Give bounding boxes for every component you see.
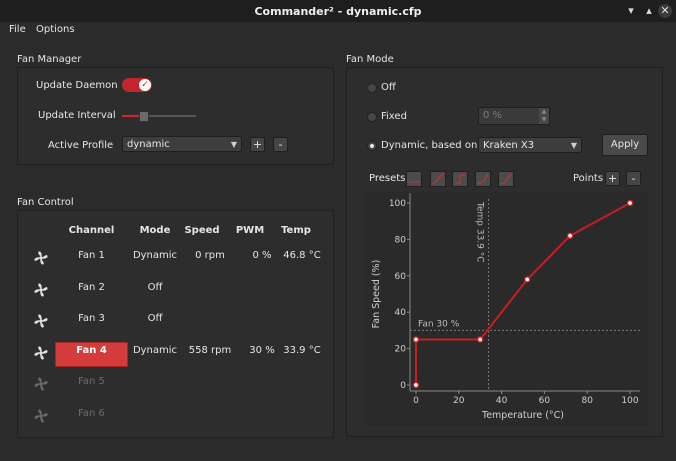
chevron-down-icon: ▼ — [230, 140, 237, 149]
fan-row-channel[interactable]: Fan 4 — [55, 345, 128, 356]
mode-fixed-label: Fixed — [381, 111, 407, 122]
fan-icon — [33, 313, 49, 329]
preset-step-button[interactable] — [452, 171, 468, 187]
add-point-button[interactable]: + — [605, 171, 620, 186]
preset-curve-button[interactable] — [475, 171, 491, 187]
fan-row-speed: 0 rpm — [195, 250, 225, 261]
apply-button[interactable]: Apply — [602, 134, 648, 156]
fan-mode-title: Fan Mode — [346, 54, 394, 65]
window-title: Commander² - dynamic.cfp — [254, 5, 422, 18]
fan-icon — [33, 376, 49, 392]
update-daemon-label: Update Daemon — [36, 80, 118, 91]
header-speed: Speed — [184, 225, 220, 236]
menu-file[interactable]: File — [9, 24, 26, 35]
update-interval-label: Update Interval — [38, 110, 116, 121]
fan-row-channel[interactable]: Fan 2 — [55, 282, 128, 293]
maximize-icon[interactable]: ▴ — [642, 4, 656, 18]
mode-off-radio[interactable] — [367, 83, 377, 93]
active-profile-label: Active Profile — [48, 140, 114, 151]
preset-steep-button[interactable] — [498, 171, 514, 187]
fixed-speed-value: 0 % — [483, 110, 503, 121]
fan-icon — [33, 282, 49, 298]
mode-off-label: Off — [381, 82, 396, 93]
fan-row-speed: 558 rpm — [188, 344, 232, 356]
menu-options[interactable]: Options — [36, 24, 75, 35]
fan-row-channel[interactable]: Fan 3 — [55, 313, 128, 324]
preset-linear-button[interactable] — [430, 171, 446, 187]
title-bar: Commander² - dynamic.cfp ▾ ▴ ✕ — [0, 0, 676, 23]
fan-row-channel[interactable]: Fan 1 — [55, 250, 128, 261]
slider-handle[interactable] — [138, 111, 149, 122]
presets-label: Presets — [369, 173, 406, 184]
fan-icon — [33, 345, 49, 361]
active-profile-value: dynamic — [127, 139, 170, 150]
header-channel: Channel — [68, 225, 115, 236]
dynamic-source-combo[interactable]: Kraken X3 ▼ — [478, 137, 582, 153]
minimize-icon[interactable]: ▾ — [624, 4, 638, 18]
header-temp: Temp — [281, 225, 311, 236]
fan-control-title: Fan Control — [17, 197, 74, 208]
preset-steep-icon — [500, 173, 512, 185]
menu-bar: File Options — [0, 22, 676, 38]
preset-curve-icon — [477, 173, 489, 185]
fan-row-mode: Dynamic — [132, 344, 178, 356]
chart-background — [364, 192, 648, 426]
fan-icon — [33, 250, 49, 266]
header-mode: Mode — [139, 225, 171, 236]
mode-dynamic-label: Dynamic, based on — [381, 140, 478, 151]
mode-fixed-radio[interactable] — [367, 112, 377, 122]
remove-profile-button[interactable]: - — [273, 137, 288, 152]
fan-manager-title: Fan Manager — [17, 54, 82, 65]
active-profile-combo[interactable]: dynamic ▼ — [122, 136, 242, 152]
points-label: Points — [573, 173, 604, 184]
chevron-down-icon: ▼ — [570, 141, 577, 150]
preset-step-icon — [455, 174, 465, 184]
add-profile-button[interactable]: + — [250, 137, 265, 152]
close-icon[interactable]: ✕ — [658, 4, 672, 18]
spin-arrows-icon[interactable]: ▲ ▼ — [539, 108, 549, 124]
preset-linear-icon — [432, 173, 444, 185]
check-icon: ✓ — [139, 79, 151, 91]
update-daemon-toggle[interactable]: ✓ — [122, 78, 152, 92]
fan-control-frame — [17, 210, 334, 438]
preset-flat-icon — [409, 181, 419, 183]
update-interval-slider[interactable] — [122, 115, 196, 117]
fan-row-channel[interactable]: Fan 6 — [55, 408, 128, 419]
fan-row-temp: 33.9 °C — [283, 344, 321, 356]
fan-row-mode: Off — [147, 313, 163, 324]
fan-row-mode: Off — [147, 281, 163, 293]
header-pwm: PWM — [235, 225, 265, 236]
fan-icon — [33, 408, 49, 424]
mode-dynamic-radio[interactable] — [367, 141, 377, 151]
fixed-speed-spinbox[interactable]: 0 % ▲ ▼ — [478, 107, 550, 125]
preset-flat-button[interactable] — [406, 171, 422, 187]
fan-row-temp: 46.8 °C — [283, 250, 321, 261]
fan-row-channel[interactable]: Fan 5 — [55, 376, 128, 387]
remove-point-button[interactable]: - — [626, 171, 641, 186]
fan-row-mode: Dynamic — [132, 250, 178, 261]
dynamic-source-value: Kraken X3 — [483, 140, 535, 151]
